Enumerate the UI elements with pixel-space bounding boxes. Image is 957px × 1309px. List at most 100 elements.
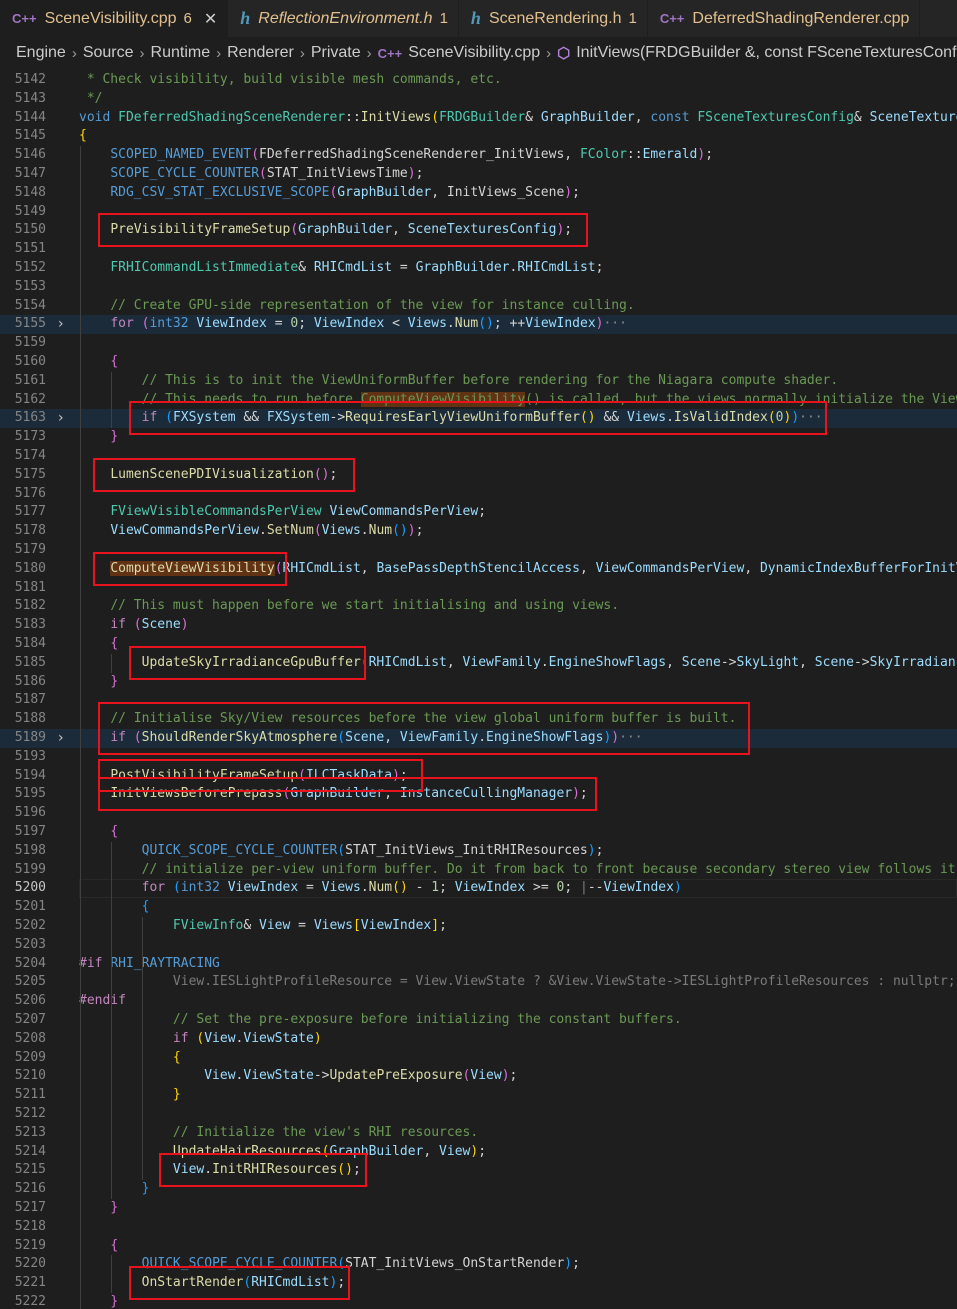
code-token: ··· [603,316,627,332]
breadcrumb-item-source[interactable]: Source [83,44,134,62]
breadcrumb-item-private[interactable]: Private [311,44,361,62]
breadcrumb-symbol[interactable]: InitViews(FRDGBuilder &, const FSceneTex… [576,44,957,62]
line-number: 5209 [14,1049,46,1065]
code-line[interactable]: 5148 RDG_CSV_STAT_EXCLUSIVE_SCOPE(GraphB… [0,184,957,203]
code-line[interactable]: 5204 #if RHI_RAYTRACING [0,955,957,974]
code-line[interactable]: 5142 * Check visibility, build visible m… [0,71,957,90]
code-line[interactable]: 5218 [0,1218,957,1237]
code-token: ; [595,842,604,858]
line-number: 5219 [14,1237,46,1253]
code-token: */ [79,90,103,106]
line-number: 5161 [14,372,46,388]
code-line[interactable]: 5153 [0,278,957,297]
breadcrumb-item-runtime[interactable]: Runtime [151,44,211,62]
code-line[interactable]: 5213 // Initialize the view's RHI resour… [0,1124,957,1143]
tab-scenerendering-h[interactable]: h SceneRendering.h 1 [459,0,648,37]
code-token: ] [431,918,440,933]
code-line[interactable]: 5183 if (Scene) [0,616,957,635]
code-token: ; [298,316,314,332]
code-line[interactable]: 5152 FRHICommandListImmediate& RHICmdLis… [0,259,957,278]
line-number: 5186 [14,673,46,689]
line-number: 5146 [14,147,46,163]
line-number: 5181 [14,579,46,595]
line-number: 5150 [14,222,46,238]
code-line[interactable]: 5219 { [0,1237,957,1256]
chevron-right-icon[interactable]: › [58,409,64,428]
code-token: Scene [681,654,721,670]
code-line[interactable]: 5209 { [0,1049,957,1068]
code-line[interactable]: 5198 QUICK_SCOPE_CYCLE_COUNTER(STAT_Init… [0,842,957,861]
code-line[interactable]: 5154 // Create GPU-side representation o… [0,297,957,316]
code-text: * Check visibility, build visible mesh c… [79,71,502,90]
code-line[interactable]: 5145 { [0,127,957,146]
code-line[interactable]: 5202 FViewInfo& View = Views[ViewIndex]; [0,917,957,936]
code-line[interactable]: 5197 { [0,823,957,842]
breadcrumb-file[interactable]: SceneVisibility.cpp [408,44,540,62]
code-line[interactable]: 5217 } [0,1199,957,1218]
line-number: 5216 [14,1181,46,1197]
code-line[interactable]: 5208 if (View.ViewState) [0,1030,957,1049]
code-line[interactable]: 5182 // This must happen before we start… [0,597,957,616]
code-token: Scene [141,617,181,633]
code-text: void FDeferredShadingSceneRenderer::Init… [79,109,957,128]
code-line[interactable]: 5201 { [0,898,957,917]
line-number: 5199 [14,861,46,877]
code-line[interactable]: 5144 void FDeferredShadingSceneRenderer::… [0,109,957,128]
code-line[interactable]: 5203 [0,936,957,955]
code-token: SetNum [266,523,314,539]
code-line[interactable]: 5214 UpdateHairResources(GraphBuilder, V… [0,1143,957,1162]
line-number: 5208 [14,1030,46,1046]
code-text: { [79,823,118,842]
tab-scenevisibility-cpp[interactable]: C++ SceneVisibility.cpp 6 ✕ [0,0,229,37]
code-line[interactable]: 5199 // initialize per-view uniform buff… [0,861,957,880]
line-number: 5151 [14,241,46,257]
code-token: InitViews [360,109,432,125]
breadcrumb-item-renderer[interactable]: Renderer [227,44,294,62]
code-line[interactable]: 5200 for (int32 ViewIndex = Views.Num() … [0,879,957,899]
chevron-right-icon[interactable]: › [58,729,64,748]
line-number: 5195 [14,786,46,802]
line-number: 5180 [14,560,46,576]
code-line[interactable]: 5146 SCOPED_NAMED_EVENT(FDeferredShading… [0,146,957,165]
code-line[interactable]: 5160 { [0,353,957,372]
line-number: 5147 [14,166,46,181]
tab-reflectionenvironment-h[interactable]: h ReflectionEnvironment.h 1 [228,0,459,37]
chevron-right-icon[interactable]: › [58,315,64,334]
close-icon[interactable]: ✕ [204,9,217,28]
code-token: ViewIndex [360,918,432,933]
line-number: 5202 [14,918,46,933]
code-line[interactable]: 5205 View.IESLightProfileResource = View… [0,973,957,992]
code-line[interactable]: 5206 #endif [0,992,957,1011]
code-line[interactable]: 5207 // Set the pre-exposure before init… [0,1011,957,1030]
code-line[interactable]: 5212 [0,1105,957,1124]
code-line[interactable]: 5211 } [0,1086,957,1105]
code-token: . [259,523,267,539]
code-line[interactable]: 5216 } [0,1180,957,1199]
code-line[interactable]: 5215 View.InitRHIResources(); [0,1161,957,1180]
code-line[interactable]: 5155 › for (int32 ViewIndex = 0; ViewInde… [0,315,957,335]
code-line[interactable]: 5178 ViewCommandsPerView.SetNum(Views.Nu… [0,522,957,541]
line-number: 5145 [14,128,46,144]
tab-deferredshadingrenderer-cpp[interactable]: C++ DeferredShadingRenderer.cpp [648,0,921,37]
breadcrumb-item-engine[interactable]: Engine [16,44,66,62]
red-highlight-box [98,702,750,755]
indent-guide [142,917,143,1181]
code-editor[interactable]: 5142 * Check visibility, build visible m… [0,69,957,1309]
indent-guide [111,1255,112,1293]
code-token: FDeferredShadingSceneRenderer [118,109,346,125]
code-token: ViewCommandsPerView [595,560,745,576]
code-line[interactable]: 5210 View.ViewState->UpdatePreExposure(V… [0,1067,957,1086]
code-line[interactable]: 5161 // This is to init the ViewUniformB… [0,372,957,391]
code-token: GraphBuilder [337,184,432,200]
code-line[interactable]: 5143 */ [0,90,957,109]
code-line[interactable]: 5159 [0,334,957,353]
code-line[interactable]: 5177 FViewVisibleCommandsPerView ViewCom… [0,503,957,522]
code-line[interactable]: 5147 SCOPE_CYCLE_COUNTER(STAT_InitViewsT… [0,165,957,184]
